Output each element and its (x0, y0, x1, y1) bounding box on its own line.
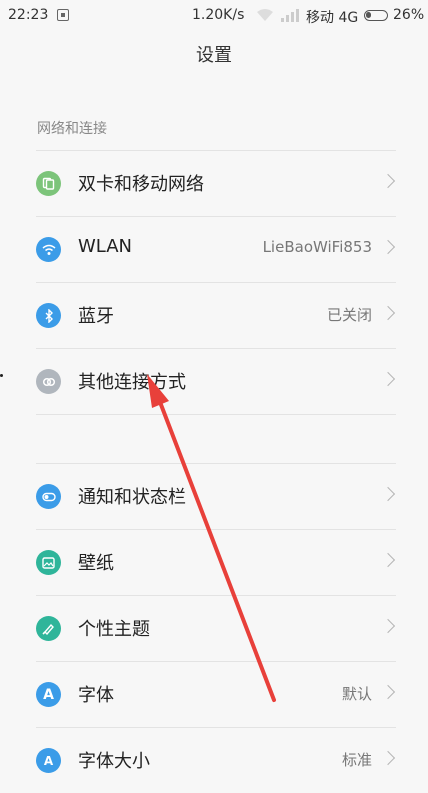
red-pointer-arrow (147, 374, 276, 702)
